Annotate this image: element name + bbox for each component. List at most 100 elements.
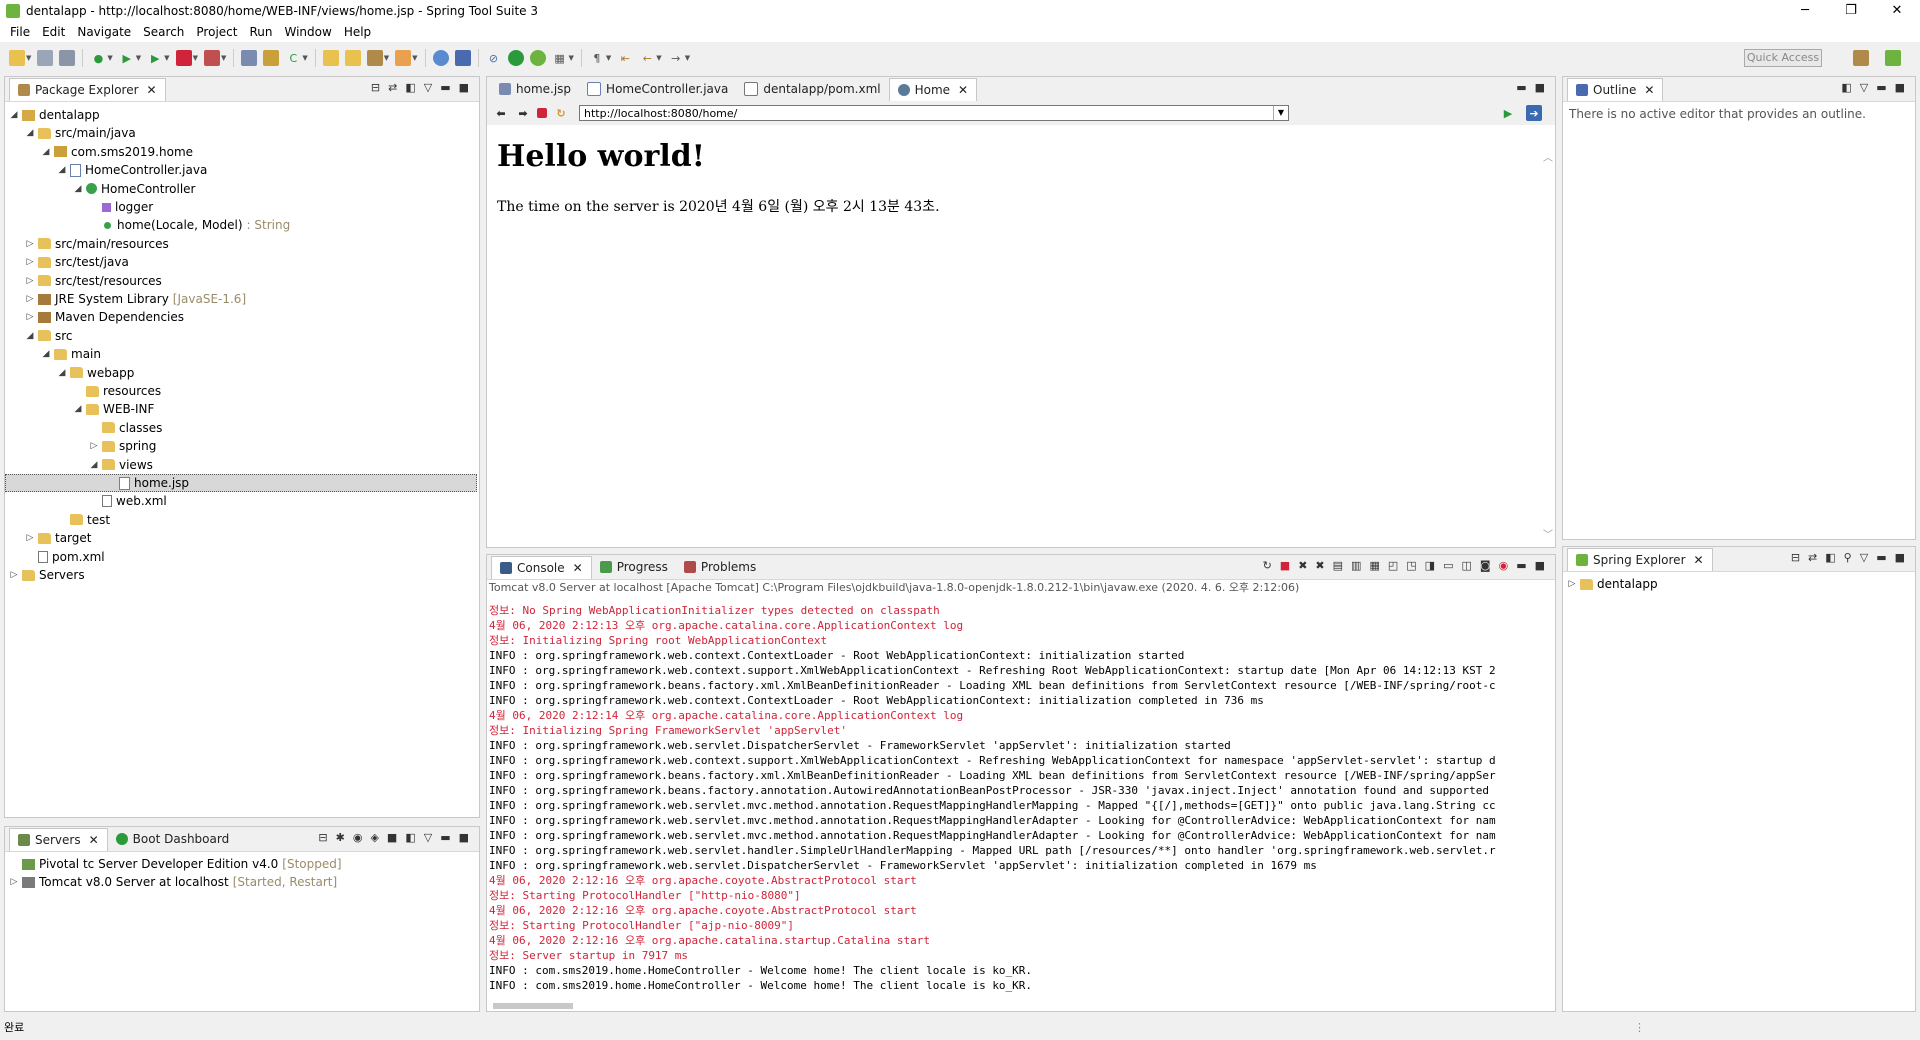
collapse-icon[interactable]: ◢ (57, 364, 67, 382)
tree-item-servers[interactable]: ▷ Servers (9, 566, 85, 584)
maximize-view-icon[interactable]: ■ (1895, 551, 1905, 564)
tab-pom-xml[interactable]: dentalapp/pom.xml (736, 78, 888, 100)
menu-navigate[interactable]: Navigate (71, 25, 137, 39)
collapse-icon[interactable]: ◢ (25, 124, 35, 142)
tab-outline[interactable]: Outline ✕ (1567, 77, 1664, 101)
open-console-icon[interactable]: ◫ (1461, 559, 1471, 572)
new-icon[interactable] (9, 50, 25, 66)
tree-item-jre-system-library[interactable]: ▷ JRE System Library [JavaSE-1.6] (25, 290, 247, 308)
debug-icon[interactable]: ● (90, 50, 106, 66)
publish-icon[interactable]: ◧ (405, 831, 415, 844)
spring-boot-icon[interactable] (507, 50, 524, 66)
tree-item-src-test-resources[interactable]: ▷ src/test/resources (25, 272, 162, 290)
new-java-project-icon[interactable] (241, 50, 258, 66)
open-task-icon[interactable] (344, 50, 361, 66)
open-type-icon[interactable] (322, 50, 339, 66)
collapse-all-icon[interactable]: ⊟ (318, 831, 327, 844)
tree-item-test[interactable]: test (57, 511, 110, 529)
spring-project-row[interactable]: ▷ dentalapp (1567, 575, 1658, 593)
save-icon[interactable] (37, 50, 54, 66)
maximize-view-icon[interactable]: ■ (1895, 81, 1905, 94)
expand-icon[interactable]: ▷ (25, 272, 35, 290)
view-menu-icon[interactable]: ▽ (1860, 81, 1868, 94)
expand-icon[interactable]: ▷ (9, 566, 19, 584)
tree-item-src-main-resources[interactable]: ▷ src/main/resources (25, 235, 169, 253)
tab-home-browser[interactable]: Home ✕ (888, 77, 978, 101)
terminal-icon[interactable] (454, 50, 471, 66)
collapse-icon[interactable]: ◢ (73, 400, 83, 418)
tree-item-src[interactable]: ◢ src (25, 327, 73, 345)
spring-icon[interactable] (529, 50, 546, 66)
minimize-button[interactable]: ─ (1782, 0, 1828, 22)
remove-all-icon[interactable]: ✖ (1315, 559, 1324, 572)
minimize-view-icon[interactable]: ▬ (1516, 81, 1526, 94)
horizontal-scrollbar[interactable] (493, 1003, 573, 1009)
minimize-view-icon[interactable]: ▬ (440, 831, 450, 844)
link-with-editor-icon[interactable]: ⇄ (1808, 551, 1817, 564)
run-icon[interactable]: ▶ (119, 50, 135, 66)
pin-console-icon[interactable]: ◨ (1425, 559, 1435, 572)
expand-icon[interactable]: ▷ (25, 308, 35, 326)
tree-item-classes[interactable]: classes (89, 419, 162, 437)
tree-item-pom-xml[interactable]: pom.xml (25, 548, 105, 566)
expand-icon[interactable]: ▷ (25, 529, 35, 547)
stop-server-icon[interactable] (175, 50, 192, 66)
tab-servers[interactable]: Servers ✕ (9, 827, 108, 851)
menu-run[interactable]: Run (243, 25, 278, 39)
close-icon[interactable]: ✕ (89, 833, 99, 847)
clear-console-icon[interactable]: ▤ (1333, 559, 1343, 572)
back-icon[interactable]: ⬅ (493, 105, 509, 121)
tree-item-views[interactable]: ◢ views (89, 456, 153, 474)
tab-home-jsp[interactable]: home.jsp (491, 78, 579, 100)
collapse-icon[interactable]: ◢ (9, 106, 19, 124)
tree-item-resources[interactable]: resources (73, 382, 161, 400)
minimize-view-icon[interactable]: ▬ (1876, 551, 1886, 564)
view-menu-icon[interactable]: ▽ (1860, 551, 1868, 564)
error-log-icon[interactable]: ◉ (1499, 559, 1509, 572)
stop-icon[interactable] (537, 108, 547, 118)
tab-package-explorer[interactable]: Package Explorer ✕ (9, 77, 166, 101)
menu-search[interactable]: Search (137, 25, 190, 39)
format-icon[interactable]: ▦ (552, 50, 568, 66)
open-perspective-icon[interactable] (1853, 50, 1869, 66)
close-icon[interactable]: ✕ (1644, 83, 1654, 97)
show-stderr-icon[interactable]: ◳ (1406, 559, 1416, 572)
menu-project[interactable]: Project (190, 25, 243, 39)
collapse-icon[interactable]: ◢ (25, 327, 35, 345)
expand-icon[interactable]: ▷ (25, 290, 35, 308)
close-icon[interactable]: ✕ (1694, 553, 1704, 567)
spring-console-icon[interactable]: ◙ (1480, 559, 1491, 572)
new-class-icon[interactable]: C (285, 50, 301, 66)
maximize-view-icon[interactable]: ■ (459, 831, 469, 844)
server-icon[interactable] (203, 50, 220, 66)
tree-item-src-test-java[interactable]: ▷ src/test/java (25, 253, 129, 271)
minimize-view-icon[interactable]: ▬ (1516, 559, 1526, 572)
tree-item-com-sms2019-home[interactable]: ◢ com.sms2019.home (41, 143, 193, 161)
menu-window[interactable]: Window (278, 25, 337, 39)
expand-icon[interactable]: ▷ (25, 235, 35, 253)
menu-file[interactable]: File (4, 25, 36, 39)
maximize-view-icon[interactable]: ■ (1535, 81, 1545, 94)
expand-icon[interactable]: ▷ (1567, 575, 1577, 593)
close-window-button[interactable]: ✕ (1874, 0, 1920, 22)
search-icon[interactable] (395, 50, 412, 66)
tab-spring-explorer[interactable]: Spring Explorer ✕ (1567, 547, 1713, 571)
restart-icon[interactable]: ↻ (1263, 559, 1272, 572)
focus-icon[interactable]: ◧ (1825, 551, 1835, 564)
tree-item-homecontroller[interactable]: ◢ HomeController (73, 180, 196, 198)
collapse-icon[interactable]: ◢ (41, 345, 51, 363)
collapse-icon[interactable]: ◢ (73, 180, 83, 198)
scroll-up-icon[interactable]: ︿ (1543, 149, 1553, 164)
word-wrap-icon[interactable]: ▦ (1369, 559, 1379, 572)
terminate-icon[interactable]: ■ (1280, 559, 1290, 572)
tab-console[interactable]: Console ✕ (491, 555, 592, 579)
tree-item-webapp[interactable]: ◢ webapp (57, 364, 135, 382)
open-external-icon[interactable]: ➔ (1526, 105, 1542, 121)
maximize-view-icon[interactable]: ■ (1535, 559, 1545, 572)
expand-icon[interactable]: ▷ (25, 253, 35, 271)
expand-icon[interactable]: ▷ (9, 873, 19, 891)
stop-server-icon[interactable]: ■ (387, 831, 397, 844)
link-with-editor-icon[interactable]: ⇄ (388, 81, 397, 94)
forward-icon[interactable]: ➡ (515, 105, 531, 121)
collapse-icon[interactable]: ◢ (57, 161, 67, 179)
